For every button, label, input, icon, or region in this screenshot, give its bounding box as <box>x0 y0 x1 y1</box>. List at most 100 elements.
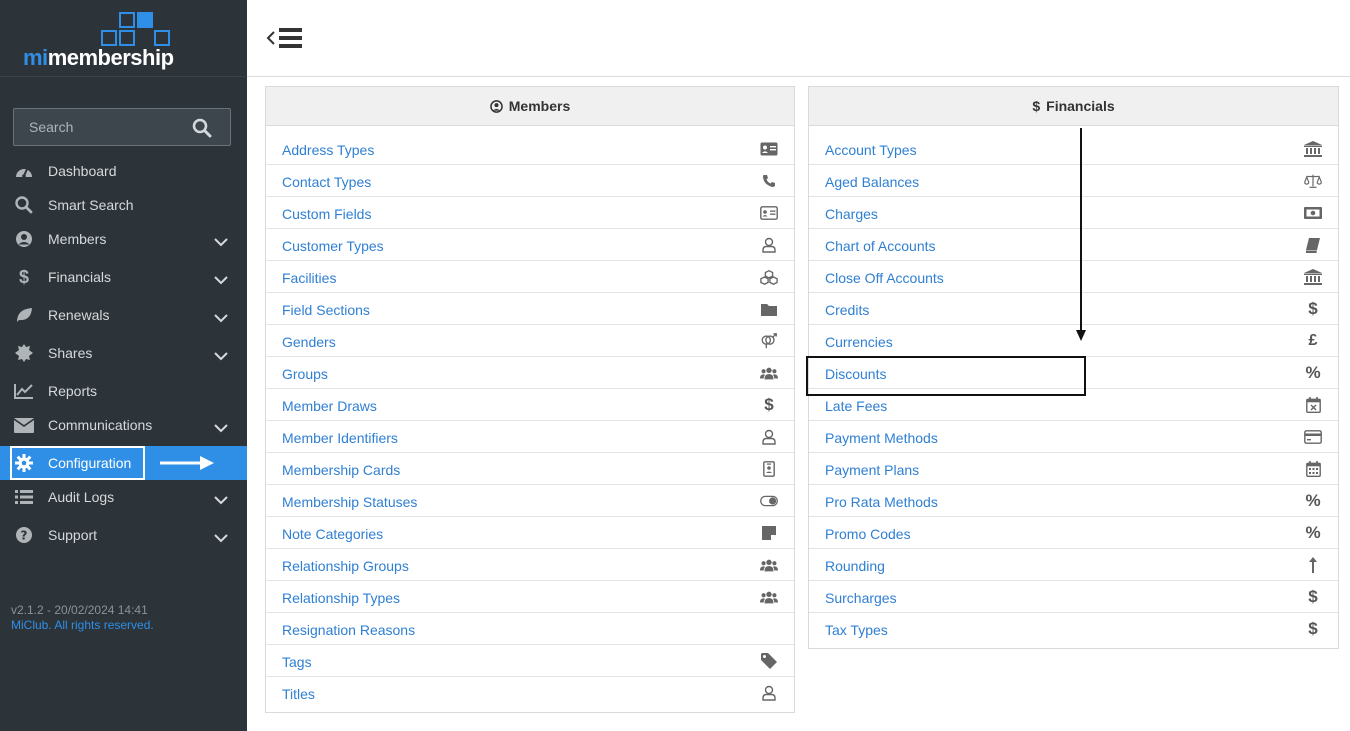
sidebar-item-financials[interactable]: $ Financials <box>0 260 247 294</box>
sidebar-item-label: Renewals <box>48 307 110 323</box>
dollar-icon: $ <box>1032 98 1041 114</box>
item-link[interactable]: Titles <box>282 686 315 702</box>
chevron-down-icon[interactable] <box>214 530 228 543</box>
sidebar-item-label: Dashboard <box>48 163 117 179</box>
annotation-arrow-icon <box>160 456 214 470</box>
user-outline-icon <box>760 684 778 702</box>
list-item-payment-plans[interactable]: Payment Plans <box>809 453 1338 485</box>
item-link[interactable]: Relationship Types <box>282 590 400 606</box>
user-outline-icon <box>760 236 778 254</box>
list-item-note-categories[interactable]: Note Categories <box>266 517 794 549</box>
search-input[interactable] <box>14 109 184 145</box>
item-link[interactable]: Account Types <box>825 142 917 158</box>
user-outline-icon <box>760 428 778 446</box>
sidebar-item-communications[interactable]: Communications <box>0 408 247 442</box>
item-link[interactable]: Customer Types <box>282 238 384 254</box>
item-link[interactable]: Chart of Accounts <box>825 238 936 254</box>
item-link[interactable]: Genders <box>282 334 336 350</box>
list-item-member-draws[interactable]: Member Draws $ <box>266 389 794 421</box>
chevron-down-icon[interactable] <box>214 272 228 285</box>
item-link[interactable]: Member Identifiers <box>282 430 398 446</box>
item-link[interactable]: Tax Types <box>825 622 888 638</box>
sidebar-item-support[interactable]: ? Support <box>0 518 247 552</box>
item-link[interactable]: Field Sections <box>282 302 370 318</box>
list-item-pro-rata-methods[interactable]: Pro Rata Methods% <box>809 485 1338 517</box>
list-item-relationship-groups[interactable]: Relationship Groups <box>266 549 794 581</box>
chevron-down-icon[interactable] <box>214 234 228 247</box>
list-item-membership-cards[interactable]: Membership Cards <box>266 453 794 485</box>
list-item-membership-statuses[interactable]: Membership Statuses <box>266 485 794 517</box>
item-link[interactable]: Facilities <box>282 270 336 286</box>
item-link[interactable]: Close Off Accounts <box>825 270 944 286</box>
item-link[interactable]: Payment Plans <box>825 462 919 478</box>
list-item-field-sections[interactable]: Field Sections <box>266 293 794 325</box>
list-item-facilities[interactable]: Facilities <box>266 261 794 293</box>
sidebar-item-shares[interactable]: Shares <box>0 336 247 370</box>
item-link[interactable]: Relationship Groups <box>282 558 409 574</box>
list-item-member-identifiers[interactable]: Member Identifiers <box>266 421 794 453</box>
sidebar-item-renewals[interactable]: Renewals <box>0 298 247 332</box>
list-item-surcharges[interactable]: Surcharges $ <box>809 581 1338 613</box>
copyright-text: MiClub. All rights reserved. <box>11 618 154 632</box>
item-link[interactable]: Surcharges <box>825 590 897 606</box>
sidebar-item-members[interactable]: Members <box>0 222 247 256</box>
item-link[interactable]: Aged Balances <box>825 174 919 190</box>
list-item-customer-types[interactable]: Customer Types <box>266 229 794 261</box>
item-link[interactable]: Member Draws <box>282 398 377 414</box>
item-link[interactable]: Contact Types <box>282 174 371 190</box>
item-link[interactable]: Late Fees <box>825 398 887 414</box>
item-link[interactable]: Pro Rata Methods <box>825 494 938 510</box>
list-item-contact-types[interactable]: Contact Types <box>266 165 794 197</box>
sidebar-item-label: Smart Search <box>48 197 134 213</box>
sidebar-item-dashboard[interactable]: Dashboard <box>0 154 247 188</box>
logo-text: mimembership <box>23 45 174 71</box>
list-item-resignation-reasons[interactable]: Resignation Reasons <box>266 613 794 645</box>
list-icon <box>14 488 34 506</box>
list-item-titles[interactable]: Titles <box>266 677 794 709</box>
item-link[interactable]: Rounding <box>825 558 885 574</box>
list-item-tax-types[interactable]: Tax Types $ <box>809 613 1338 645</box>
chevron-down-icon[interactable] <box>214 492 228 505</box>
sidebar-item-label: Reports <box>48 383 98 399</box>
item-link[interactable]: Resignation Reasons <box>282 622 415 638</box>
percent-icon: % <box>1305 523 1321 542</box>
item-link[interactable]: Promo Codes <box>825 526 911 542</box>
search-icon <box>14 196 34 214</box>
chevron-down-icon[interactable] <box>214 310 228 323</box>
item-link[interactable]: Address Types <box>282 142 374 158</box>
item-link[interactable]: Tags <box>282 654 312 670</box>
item-link[interactable]: Charges <box>825 206 878 222</box>
id-badge-icon <box>760 460 778 478</box>
item-link[interactable]: Credits <box>825 302 869 318</box>
collapse-menu-icon[interactable] <box>266 27 304 49</box>
list-item-relationship-types[interactable]: Relationship Types <box>266 581 794 613</box>
members-panel-title: Members <box>508 98 571 114</box>
cubes-icon <box>760 268 778 286</box>
item-link[interactable]: Groups <box>282 366 328 382</box>
item-link[interactable]: Membership Cards <box>282 462 400 478</box>
list-item-rounding[interactable]: Rounding <box>809 549 1338 581</box>
sidebar-item-reports[interactable]: Reports <box>0 374 247 408</box>
chevron-down-icon[interactable] <box>214 420 228 433</box>
item-link[interactable]: Payment Methods <box>825 430 938 446</box>
list-item-groups[interactable]: Groups <box>266 357 794 389</box>
members-panel-header: Members <box>266 87 794 126</box>
chevron-down-icon[interactable] <box>214 348 228 361</box>
list-item-custom-fields[interactable]: Custom Fields <box>266 197 794 229</box>
list-item-tags[interactable]: Tags <box>266 645 794 677</box>
sidebar-item-smart-search[interactable]: Smart Search <box>0 188 247 222</box>
list-item-address-types[interactable]: Address Types <box>266 133 794 165</box>
item-link[interactable]: Custom Fields <box>282 206 371 222</box>
users-icon <box>760 588 778 606</box>
list-item-promo-codes[interactable]: Promo Codes% <box>809 517 1338 549</box>
search-icon[interactable] <box>192 118 212 138</box>
list-item-genders[interactable]: Genders <box>266 325 794 357</box>
sidebar-item-audit-logs[interactable]: Audit Logs <box>0 480 247 514</box>
brand-logo[interactable]: mimembership <box>0 0 247 77</box>
id-card-icon <box>760 204 778 222</box>
list-item-payment-methods[interactable]: Payment Methods <box>809 421 1338 453</box>
item-link[interactable]: Note Categories <box>282 526 383 542</box>
item-link[interactable]: Currencies <box>825 334 893 350</box>
dollar-icon: $ <box>1308 299 1318 318</box>
item-link[interactable]: Membership Statuses <box>282 494 417 510</box>
